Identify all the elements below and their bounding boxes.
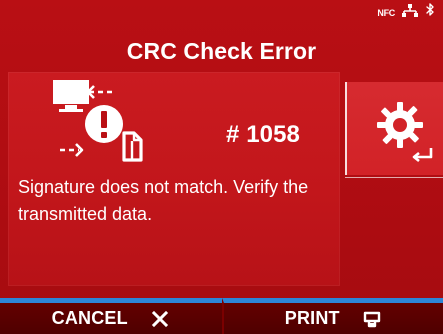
transfer-arrow-bottom-icon (60, 143, 84, 157)
print-button[interactable]: PRINT (221, 298, 443, 334)
network-icon (401, 3, 419, 23)
settings-button[interactable] (345, 82, 443, 175)
status-bar: NFC (377, 2, 435, 24)
data-transfer-error-illustration (52, 76, 172, 176)
error-code: # 1058 (226, 121, 301, 148)
print-icon (362, 309, 382, 329)
monitor-icon (53, 80, 89, 112)
print-label: PRINT (284, 308, 340, 328)
cancel-label: CANCEL (51, 308, 128, 328)
soft-key-bar: CANCEL PRINT (0, 298, 443, 334)
memory-card-icon (122, 131, 143, 162)
nfc-label: NFC (377, 8, 395, 18)
close-icon (150, 309, 170, 329)
error-alert-icon (85, 105, 123, 143)
error-panel: # 1058 Signature does not match. Verify … (8, 72, 340, 286)
error-message: Signature does not match. Verify the tra… (18, 177, 309, 224)
bluetooth-icon (425, 2, 435, 24)
crc-error-screen: NFC CRC Check Error # 1058 Signature doe… (0, 0, 443, 334)
page-title: CRC Check Error (126, 38, 317, 64)
gear-icon (375, 100, 425, 150)
side-separator (345, 177, 443, 178)
cancel-button[interactable]: CANCEL (0, 298, 222, 334)
transfer-arrow-top-icon (86, 85, 112, 99)
enter-icon (411, 147, 435, 165)
